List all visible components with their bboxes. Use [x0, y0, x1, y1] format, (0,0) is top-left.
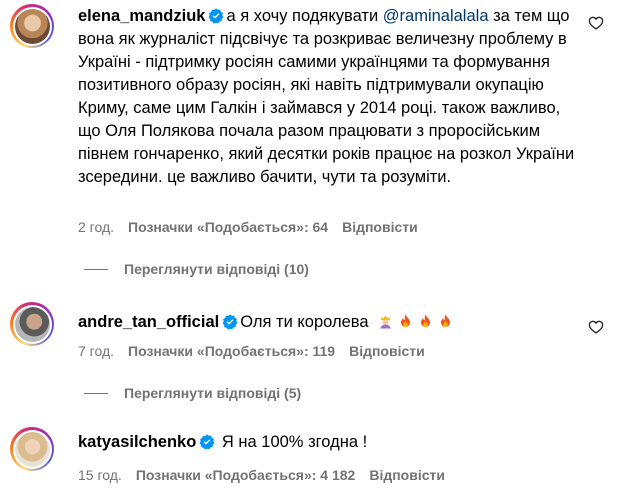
- comment-body: katyasilchenko Я на 100% згодна !: [78, 431, 578, 454]
- fire-emoji: [401, 314, 411, 327]
- username[interactable]: katyasilchenko: [78, 433, 196, 451]
- view-replies-button[interactable]: Переглянути відповіді (5): [84, 385, 301, 401]
- woman-with-crown-emoji: [380, 315, 391, 329]
- comment-text-cont: за тем що вона як журналіст підсвічує та…: [78, 7, 575, 186]
- fire-emoji: [421, 314, 431, 327]
- reply-button[interactable]: Відповісти: [369, 467, 445, 483]
- avatar[interactable]: [10, 427, 54, 471]
- likes-count[interactable]: Позначки «Подобається»: 4 182: [136, 467, 356, 483]
- view-replies-button[interactable]: Переглянути відповіді (10): [84, 261, 309, 277]
- timestamp[interactable]: 2 год.: [78, 219, 114, 235]
- like-heart-icon[interactable]: [588, 319, 604, 335]
- comment-text: а я хочу подякувати: [226, 7, 383, 25]
- fire-emoji: [441, 314, 451, 327]
- comment-text: Оля ти королева: [240, 313, 369, 331]
- divider: [84, 268, 108, 270]
- comment-body: andre_tan_official Оля ти королева: [78, 311, 578, 334]
- verified-badge-icon: [209, 8, 224, 24]
- verified-badge-icon: [199, 434, 215, 450]
- reply-button[interactable]: Відповісти: [342, 219, 418, 235]
- reply-button[interactable]: Відповісти: [349, 343, 425, 359]
- like-heart-icon[interactable]: [588, 15, 604, 31]
- divider: [84, 392, 108, 394]
- avatar[interactable]: [10, 302, 54, 346]
- mention-link[interactable]: @raminalalala: [383, 7, 489, 25]
- comment-meta: 7 год. Позначки «Подобається»: 119 Відпові…: [78, 343, 439, 359]
- avatar[interactable]: [10, 4, 54, 48]
- username[interactable]: andre_tan_official: [78, 313, 219, 331]
- view-replies-label: Переглянути відповіді (10): [124, 261, 309, 277]
- likes-count[interactable]: Позначки «Подобається»: 64: [128, 219, 328, 235]
- comment-text: Я на 100% згодна !: [221, 433, 368, 451]
- verified-badge-icon: [222, 314, 238, 330]
- comment-meta: 2 год. Позначки «Подобається»: 64 Відповіс…: [78, 219, 432, 235]
- timestamp[interactable]: 15 год.: [78, 467, 122, 483]
- comment-meta: 15 год. Позначки «Подобається»: 4 182 Відп…: [78, 467, 459, 483]
- comment-body: elena_mandziuk а я хочу подякувати @ramin…: [78, 5, 578, 189]
- likes-count[interactable]: Позначки «Подобається»: 119: [128, 343, 335, 359]
- view-replies-label: Переглянути відповіді (5): [124, 385, 302, 401]
- username[interactable]: elena_mandziuk: [78, 7, 205, 25]
- timestamp[interactable]: 7 год.: [78, 343, 114, 359]
